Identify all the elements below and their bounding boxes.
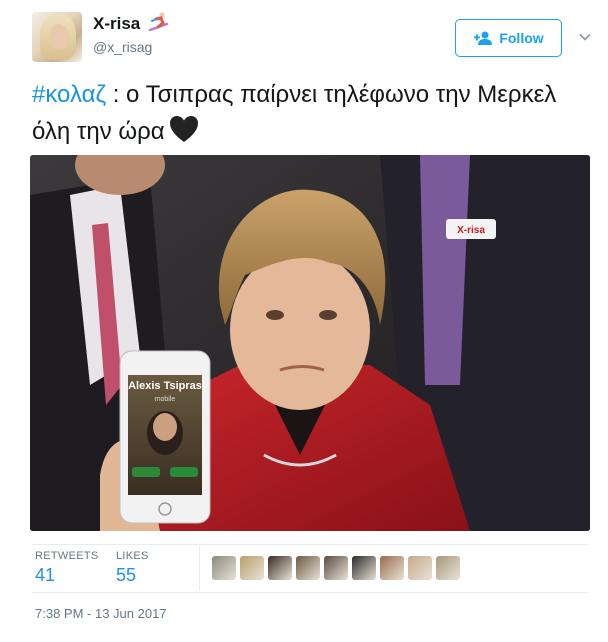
liker-avatar[interactable]: [212, 556, 236, 580]
liker-avatar[interactable]: [268, 556, 292, 580]
black-heart-emoji-icon: [169, 116, 198, 142]
tweet-body: : ο Τσιπρας παίρνει τηλέφωνο την Μερκελ …: [32, 81, 557, 145]
skier-emoji-icon: [148, 12, 169, 32]
likes-count: 55: [116, 565, 137, 585]
stats-divider-bottom: [32, 592, 588, 593]
retweets-stat[interactable]: RETWEETS 41: [35, 550, 99, 586]
liker-avatar[interactable]: [296, 556, 320, 580]
liker-avatar[interactable]: [324, 556, 348, 580]
follow-button[interactable]: Follow: [455, 19, 562, 57]
photo-badge-text: X-risa: [457, 225, 485, 236]
author-handle[interactable]: @x_risag: [93, 39, 152, 55]
follow-button-label: Follow: [499, 30, 544, 46]
tweet-photo[interactable]: X-risa Alexis Tsipras mobile: [30, 155, 590, 531]
hashtag-link[interactable]: #κολαζ: [32, 81, 106, 108]
liker-avatar[interactable]: [380, 556, 404, 580]
tweet-text: #κολαζ : ο Τσιπρας παίρνει τηλέφωνο την …: [32, 76, 592, 150]
phone-caller-sub: mobile: [155, 396, 176, 403]
liker-avatar[interactable]: [240, 556, 264, 580]
liker-avatars: [212, 556, 460, 580]
tweet-timestamp[interactable]: 7:38 PM - 13 Jun 2017: [35, 606, 167, 621]
liker-avatar[interactable]: [436, 556, 460, 580]
author-avatar[interactable]: [32, 12, 82, 62]
liker-avatar[interactable]: [408, 556, 432, 580]
avatar-face: [49, 24, 69, 50]
retweets-count: 41: [35, 565, 56, 585]
chevron-down-icon[interactable]: [578, 30, 592, 44]
photo-illustration: X-risa Alexis Tsipras mobile: [30, 155, 590, 531]
phone-caller-name: Alexis Tsipras: [128, 380, 202, 392]
add-person-icon: [474, 31, 493, 45]
stats-separator: [199, 546, 200, 590]
likes-stat[interactable]: LIKES 55: [116, 550, 149, 586]
author-display-name[interactable]: X-risa: [93, 14, 140, 34]
retweets-label: RETWEETS: [35, 550, 99, 562]
stats-divider-top: [32, 544, 588, 545]
liker-avatar[interactable]: [352, 556, 376, 580]
likes-label: LIKES: [116, 550, 149, 562]
